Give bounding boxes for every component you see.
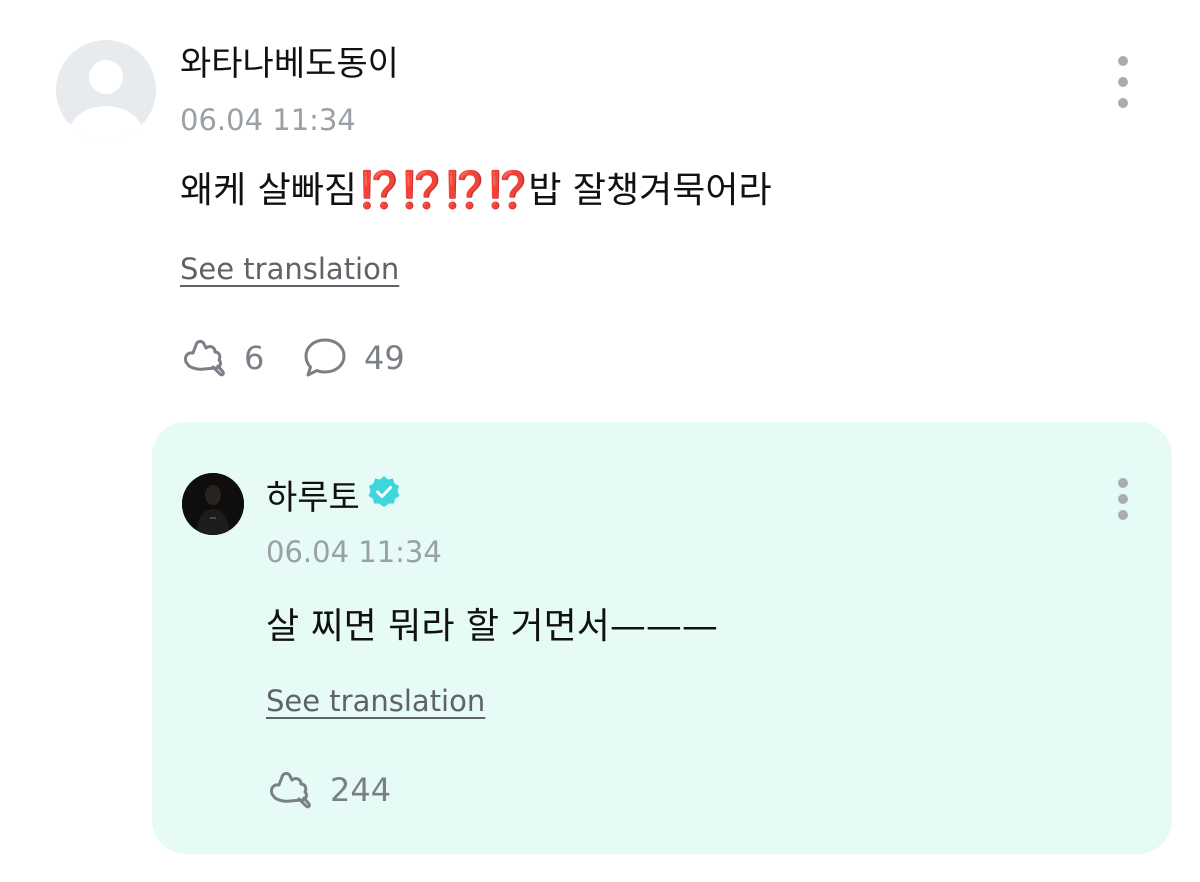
- dot: [1118, 510, 1128, 520]
- artist-photo: [182, 473, 244, 535]
- reply-like-count: 244: [330, 771, 392, 809]
- like-hand-icon: [270, 772, 311, 809]
- dot: [1118, 98, 1128, 108]
- dot: [1118, 77, 1128, 87]
- comment-text-after: 밥 잘챙겨묵어라: [528, 170, 772, 211]
- avatar[interactable]: [56, 40, 156, 140]
- reply-like-button[interactable]: 244: [266, 768, 391, 812]
- reply-author-name: 하루토: [266, 477, 360, 518]
- like-count: 6: [244, 339, 265, 377]
- reply-count: 49: [364, 339, 405, 377]
- more-options-button[interactable]: [1112, 52, 1136, 112]
- comment-thread: 와타나베도동이 06.04 11:34 왜케 살빠짐⁉️⁉️⁉️⁉️밥 잘챙겨묵…: [0, 0, 1200, 882]
- timestamp: 06.04 11:34: [180, 103, 356, 137]
- like-hand-icon: [184, 340, 225, 377]
- dot: [1118, 478, 1128, 488]
- verified-badge-icon: [366, 474, 402, 521]
- like-button[interactable]: 6: [180, 336, 264, 380]
- comment-text: 왜케 살빠짐⁉️⁉️⁉️⁉️밥 잘챙겨묵어라: [180, 167, 772, 215]
- reply-text: 살 찌면 뭐라 할 거면서———: [266, 606, 718, 647]
- see-translation-link[interactable]: See translation: [180, 250, 399, 288]
- artist-avatar[interactable]: [182, 473, 244, 535]
- dot: [1118, 494, 1128, 504]
- speech-bubble-icon: [304, 338, 346, 377]
- exclamation-question-emojis: ⁉️⁉️⁉️⁉️: [357, 170, 530, 211]
- dot: [1118, 56, 1128, 66]
- reply-button[interactable]: 49: [302, 336, 405, 380]
- reply-see-translation-link[interactable]: See translation: [266, 682, 485, 720]
- author-name[interactable]: 와타나베도동이: [180, 42, 399, 86]
- default-user-avatar-icon: [68, 60, 144, 140]
- reply-timestamp: 06.04 11:34: [266, 535, 442, 569]
- comment-text-before: 왜케 살빠짐: [180, 170, 358, 211]
- reply-more-options-button[interactable]: [1112, 476, 1136, 536]
- reply-author[interactable]: 하루토: [266, 474, 402, 521]
